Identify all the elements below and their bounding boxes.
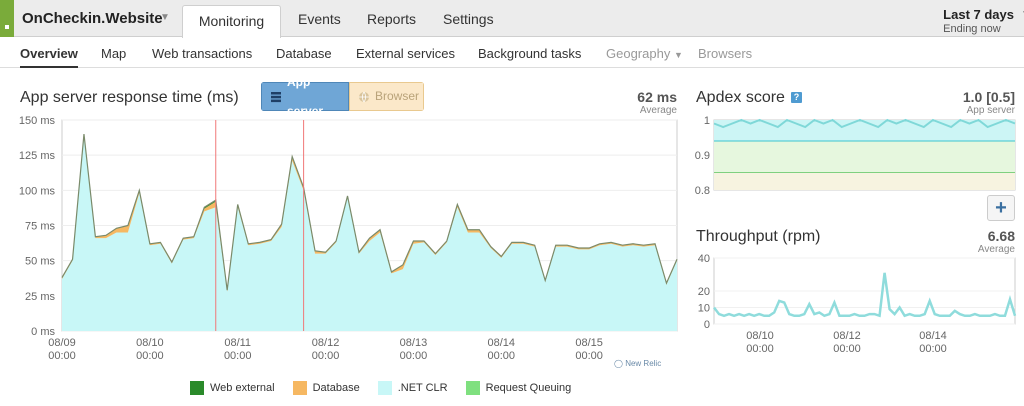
y-tick-label: 0.9 (695, 150, 710, 162)
y-tick-label: 50 ms (25, 256, 55, 268)
add-chart-button[interactable]: + (987, 195, 1015, 221)
legend-swatch (292, 381, 307, 395)
tab-reports[interactable]: Reports (367, 11, 416, 27)
subnav-map[interactable]: Map (101, 46, 126, 61)
y-tick-label: 75 ms (25, 221, 55, 233)
globe-icon (359, 91, 369, 102)
x-tick-label: 00:00 (919, 343, 947, 355)
y-tick-label: 25 ms (25, 291, 55, 303)
help-icon[interactable]: ? (790, 92, 802, 103)
apdex-title: Apdex score? (696, 89, 802, 107)
x-tick-label: 08/14 (488, 337, 516, 349)
x-tick-label: 08/10 (136, 337, 164, 349)
subnav-database[interactable]: Database (276, 46, 332, 61)
browser-toggle-label: Browser (375, 89, 420, 103)
apdex-title-text: Apdex score (696, 89, 785, 106)
y-tick-label: 40 (698, 253, 710, 265)
throughput-chart[interactable]: 010204008/1000:0008/1200:0008/1400:00 (690, 250, 1020, 360)
apdex-frustrated-band (714, 172, 1015, 190)
app-server-toggle-label: App server (287, 82, 324, 111)
legend-request-queuing[interactable]: Request Queuing (465, 381, 572, 395)
apdex-chart[interactable]: 0.8 0.9 1 (690, 112, 1020, 202)
x-tick-label: 00:00 (224, 350, 252, 362)
x-tick-label: 00:00 (312, 350, 340, 362)
legend-database[interactable]: Database (292, 381, 360, 395)
watermark-label: New Relic (625, 359, 662, 368)
subnav-external-services[interactable]: External services (356, 46, 455, 61)
x-tick-label: 08/09 (48, 337, 76, 349)
legend-swatch (465, 381, 480, 395)
y-tick-label: 150 ms (19, 115, 56, 127)
strip-dot (5, 25, 9, 29)
time-range-picker[interactable]: Last 7 days Ending now ▼ (943, 7, 1024, 35)
response-time-title: App server response time (ms) (20, 89, 239, 106)
y-tick-label: 100 ms (19, 185, 56, 197)
x-tick-label: 08/14 (919, 330, 947, 342)
subnav-overview[interactable]: Overview (20, 46, 78, 68)
apdex-score-value: 1.0 [0.5] (962, 89, 1015, 105)
legend-label: Request Queuing (485, 382, 572, 394)
chevron-down-icon: ▼ (673, 50, 683, 60)
new-relic-watermark: ◯ New Relic (614, 359, 662, 368)
throughput-average-value: 6.68 (987, 228, 1015, 244)
x-tick-label: 08/12 (312, 337, 340, 349)
y-tick-label: 1 (704, 115, 710, 127)
app-switcher-caret-icon[interactable]: ▼ (160, 12, 170, 23)
sub-navigation: Overview Map Web transactions Database E… (0, 38, 1024, 68)
y-tick-label: 20 (698, 286, 710, 298)
x-tick-label: 00:00 (48, 350, 76, 362)
subnav-web-transactions[interactable]: Web transactions (152, 46, 252, 61)
y-tick-label: 125 ms (19, 150, 56, 162)
top-bar: OnCheckin.Website ▼ Monitoring Events Re… (0, 0, 1024, 38)
app-color-strip (0, 0, 14, 37)
tab-settings[interactable]: Settings (443, 11, 494, 27)
subnav-background-tasks[interactable]: Background tasks (478, 46, 581, 61)
time-range-title: Last 7 days (943, 7, 1014, 22)
legend-label: .NET CLR (397, 382, 448, 394)
x-tick-label: 08/15 (575, 337, 603, 349)
apdex-tolerating-band (714, 141, 1015, 173)
app-browser-toggle: App server Browser (261, 82, 424, 111)
subnav-geography[interactable]: Geography ▼ (606, 46, 683, 61)
legend-label: Database (312, 382, 360, 394)
response-time-average-value: 62 ms (637, 89, 677, 105)
x-tick-label: 00:00 (575, 350, 603, 362)
subnav-geography-label: Geography (606, 46, 671, 61)
x-tick-label: 00:00 (136, 350, 164, 362)
response-time-chart[interactable]: 0 ms25 ms50 ms75 ms100 ms125 ms150 ms08/… (0, 110, 680, 362)
legend-web-external[interactable]: Web external (190, 381, 275, 395)
legend-label: Web external (210, 382, 275, 394)
legend-swatch (190, 381, 204, 395)
response-time-legend: Web external Database .NET CLR Request Q… (190, 381, 571, 395)
tab-events[interactable]: Events (298, 11, 341, 27)
y-tick-label: 10 (698, 303, 710, 315)
subnav-browsers[interactable]: Browsers (698, 46, 752, 61)
x-tick-label: 08/11 (224, 337, 251, 349)
stack-icon (271, 91, 281, 102)
x-tick-label: 00:00 (746, 343, 774, 355)
throughput-title: Throughput (rpm) (696, 228, 821, 245)
x-tick-label: 00:00 (488, 350, 516, 362)
tab-monitoring[interactable]: Monitoring (182, 5, 281, 38)
y-tick-label: 0.8 (695, 185, 710, 197)
x-tick-label: 08/10 (746, 330, 774, 342)
app-name[interactable]: OnCheckin.Website (22, 10, 163, 27)
browser-toggle-button[interactable]: Browser (349, 82, 424, 111)
x-tick-label: 08/13 (400, 337, 428, 349)
legend-dotnet-clr[interactable]: .NET CLR (377, 381, 448, 395)
app-server-toggle-button[interactable]: App server (261, 82, 349, 111)
y-tick-label: 0 (704, 319, 710, 331)
x-tick-label: 00:00 (833, 343, 861, 355)
x-tick-label: 00:00 (400, 350, 428, 362)
time-range-subtitle: Ending now (943, 23, 1001, 35)
legend-swatch (377, 381, 392, 395)
x-tick-label: 08/12 (833, 330, 861, 342)
